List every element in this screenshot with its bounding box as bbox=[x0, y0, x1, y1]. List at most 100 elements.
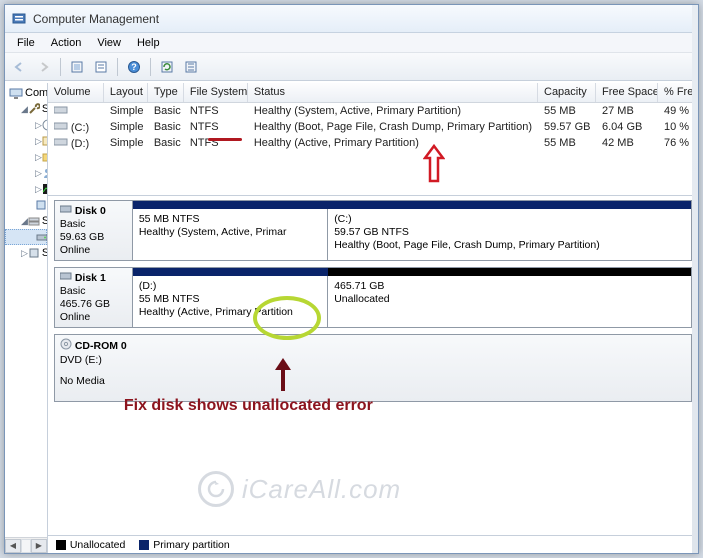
cell-type: Basic bbox=[148, 105, 184, 117]
disk-1-block[interactable]: Disk 1 Basic 465.76 GB Online (D:) 55 MB… bbox=[54, 267, 692, 328]
expand-icon[interactable]: ▷ bbox=[35, 136, 42, 147]
watermark-text: iCareAll.com bbox=[242, 474, 401, 505]
collapse-icon[interactable]: ◢ bbox=[21, 216, 28, 227]
menu-file[interactable]: File bbox=[9, 35, 43, 51]
col-filesystem[interactable]: File System bbox=[184, 83, 248, 102]
tree-local-users[interactable]: ▷ Local Users and Groups bbox=[5, 165, 47, 181]
disk-name: Disk 0 bbox=[75, 205, 106, 218]
expand-icon[interactable]: ▷ bbox=[21, 248, 28, 259]
window-title: Computer Management bbox=[33, 12, 159, 26]
disk1-unallocated[interactable]: 465.71 GB Unallocated bbox=[328, 276, 691, 327]
back-button[interactable] bbox=[9, 56, 31, 78]
expand-icon[interactable]: ▷ bbox=[35, 120, 42, 131]
menu-view[interactable]: View bbox=[89, 35, 129, 51]
cell-volume: (D:) bbox=[71, 138, 89, 150]
part-status: Healthy (Boot, Page File, Crash Dump, Pr… bbox=[334, 239, 685, 252]
expand-icon[interactable]: ▷ bbox=[35, 184, 42, 195]
expand-icon[interactable]: ▷ bbox=[35, 168, 42, 179]
tree-pane[interactable]: Computer Management (Local ◢ System Tool… bbox=[5, 83, 48, 553]
part-status: Unallocated bbox=[334, 293, 685, 306]
scroll-left-button[interactable]: ◀ bbox=[5, 539, 21, 553]
menubar: File Action View Help bbox=[5, 33, 698, 53]
cell-status: Healthy (Active, Primary Partition) bbox=[248, 137, 538, 149]
disk-hdd-icon bbox=[60, 204, 72, 218]
tree-shared-folders[interactable]: ▷ Shared Folders bbox=[5, 149, 47, 165]
forward-button[interactable] bbox=[33, 56, 55, 78]
cell-capacity: 59.57 GB bbox=[538, 121, 596, 133]
toolbar-separator bbox=[117, 58, 118, 76]
annotation-dark-arrow bbox=[276, 359, 290, 391]
tree-storage[interactable]: ◢ Storage bbox=[5, 213, 47, 229]
cell-fs: NTFS bbox=[184, 105, 248, 117]
cell-fs: NTFS bbox=[184, 121, 248, 133]
part-title: (C:) bbox=[334, 213, 685, 226]
window-right-edge bbox=[692, 5, 698, 553]
cell-free: 27 MB bbox=[596, 105, 658, 117]
volume-row[interactable]: (C:) Simple Basic NTFS Healthy (Boot, Pa… bbox=[48, 119, 698, 135]
tree-system-tools[interactable]: ◢ System Tools bbox=[5, 101, 47, 117]
svg-text:?: ? bbox=[131, 62, 137, 72]
volume-row[interactable]: Simple Basic NTFS Healthy (System, Activ… bbox=[48, 103, 698, 119]
col-volume[interactable]: Volume bbox=[48, 83, 104, 102]
cell-layout: Simple bbox=[104, 105, 148, 117]
disk-name: Disk 1 bbox=[75, 272, 106, 285]
menu-action[interactable]: Action bbox=[43, 35, 90, 51]
legend: Unallocated Primary partition bbox=[48, 535, 698, 553]
computer-icon bbox=[9, 85, 23, 101]
disk-size: 465.76 GB bbox=[60, 298, 127, 311]
drive-icon bbox=[54, 121, 68, 131]
tree-root[interactable]: Computer Management (Local bbox=[5, 85, 47, 101]
main-pane: Volume Layout Type File System Status Ca… bbox=[48, 83, 698, 553]
col-freespace[interactable]: Free Space bbox=[596, 83, 658, 102]
legend-swatch-unallocated bbox=[56, 540, 66, 550]
tree-performance[interactable]: ▷ Performance bbox=[5, 181, 47, 197]
cdrom-info: CD-ROM 0 DVD (E:) No Media bbox=[55, 335, 691, 401]
cell-free: 6.04 GB bbox=[596, 121, 658, 133]
volume-row[interactable]: (D:) Simple Basic NTFS Healthy (Active, … bbox=[48, 135, 698, 151]
col-layout[interactable]: Layout bbox=[104, 83, 148, 102]
cell-type: Basic bbox=[148, 137, 184, 149]
tree-task-scheduler[interactable]: ▷ Task Scheduler bbox=[5, 117, 47, 133]
properties-button[interactable] bbox=[90, 56, 112, 78]
scroll-right-button[interactable]: ▶ bbox=[31, 539, 47, 553]
device-icon bbox=[35, 197, 47, 213]
disk-state: Online bbox=[60, 244, 127, 257]
watermark: iCareAll.com bbox=[198, 471, 401, 507]
storage-icon bbox=[28, 213, 40, 229]
scroll-track[interactable] bbox=[21, 539, 31, 553]
collapse-icon[interactable]: ◢ bbox=[21, 104, 28, 115]
help-button[interactable]: ? bbox=[123, 56, 145, 78]
tree-device-manager[interactable]: Device Manager bbox=[5, 197, 47, 213]
toolbar: ? bbox=[5, 53, 698, 81]
content-area: Computer Management (Local ◢ System Tool… bbox=[5, 83, 698, 553]
col-type[interactable]: Type bbox=[148, 83, 184, 102]
disk-0-block[interactable]: Disk 0 Basic 59.63 GB Online 55 MB NTFS … bbox=[54, 200, 692, 261]
menu-help[interactable]: Help bbox=[129, 35, 168, 51]
cdrom-block[interactable]: CD-ROM 0 DVD (E:) No Media bbox=[54, 334, 692, 402]
cell-capacity: 55 MB bbox=[538, 105, 596, 117]
cdrom-name: CD-ROM 0 bbox=[75, 340, 127, 353]
tree-event-viewer[interactable]: ▷ Event Viewer bbox=[5, 133, 47, 149]
toolbar-separator bbox=[60, 58, 61, 76]
titlebar[interactable]: Computer Management bbox=[5, 5, 698, 33]
part-status: Healthy (System, Active, Primar bbox=[139, 226, 321, 239]
up-button[interactable] bbox=[66, 56, 88, 78]
cell-status: Healthy (Boot, Page File, Crash Dump, Pr… bbox=[248, 121, 538, 133]
volume-header[interactable]: Volume Layout Type File System Status Ca… bbox=[48, 83, 698, 103]
services-icon bbox=[28, 245, 40, 261]
tree-disk-management[interactable]: Disk Management bbox=[5, 229, 47, 245]
list-button[interactable] bbox=[180, 56, 202, 78]
disk0-partition-1[interactable]: (C:) 59.57 GB NTFS Healthy (Boot, Page F… bbox=[328, 209, 691, 260]
legend-primary: Primary partition bbox=[153, 539, 229, 551]
annotation-red-arrow bbox=[423, 143, 445, 188]
cell-volume: (C:) bbox=[71, 122, 89, 134]
expand-icon[interactable]: ▷ bbox=[35, 152, 42, 163]
app-icon bbox=[11, 11, 27, 27]
col-status[interactable]: Status bbox=[248, 83, 538, 102]
refresh-button[interactable] bbox=[156, 56, 178, 78]
disk0-partition-0[interactable]: 55 MB NTFS Healthy (System, Active, Prim… bbox=[133, 209, 328, 260]
col-capacity[interactable]: Capacity bbox=[538, 83, 596, 102]
volume-list[interactable]: Volume Layout Type File System Status Ca… bbox=[48, 83, 698, 196]
tree-services[interactable]: ▷ Services and Applications bbox=[5, 245, 47, 261]
tree-hscrollbar[interactable]: ◀ ▶ bbox=[5, 537, 47, 553]
